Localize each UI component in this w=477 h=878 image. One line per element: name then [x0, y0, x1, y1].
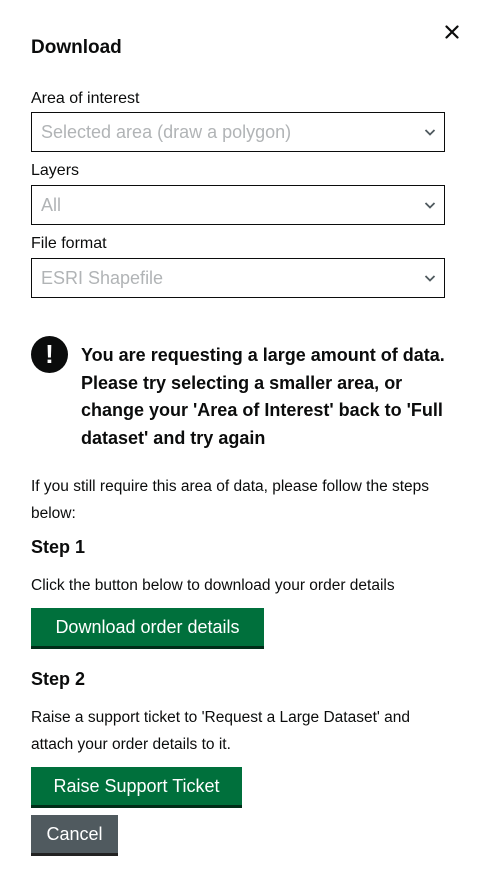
area-of-interest-label: Area of interest	[31, 90, 140, 107]
warning-text: You are requesting a large amount of dat…	[81, 345, 445, 448]
step2-text: Raise a support ticket to 'Request a Lar…	[31, 709, 411, 753]
download-order-details-button[interactable]: Download order details	[31, 608, 264, 646]
dialog-title: Download	[31, 37, 122, 58]
chevron-down-icon	[424, 275, 436, 282]
instructions-intro: If you still require this area of data, …	[31, 478, 430, 522]
layers-value: All	[41, 194, 62, 215]
chevron-down-icon	[424, 129, 436, 136]
file-format-label: File format	[31, 235, 107, 252]
layers-select[interactable]: All	[31, 185, 445, 225]
step1-heading: Step 1	[31, 537, 86, 557]
chevron-down-icon	[424, 202, 436, 209]
close-icon	[445, 25, 459, 39]
raise-support-ticket-button[interactable]: Raise Support Ticket	[31, 767, 242, 805]
area-of-interest-select[interactable]: Selected area (draw a polygon)	[31, 112, 445, 152]
file-format-value: ESRI Shapefile	[41, 267, 164, 288]
layers-label: Layers	[31, 162, 80, 179]
step2-heading: Step 2	[31, 669, 86, 689]
cancel-button[interactable]: Cancel	[31, 815, 118, 853]
file-format-select[interactable]: ESRI Shapefile	[31, 258, 445, 298]
step1-text: Click the button below to download your …	[31, 577, 395, 594]
area-of-interest-value: Selected area (draw a polygon)	[41, 121, 292, 142]
close-button[interactable]	[438, 18, 466, 46]
download-panel: Download Area of interest Selected area …	[0, 0, 477, 878]
warning-icon: !	[31, 336, 68, 373]
